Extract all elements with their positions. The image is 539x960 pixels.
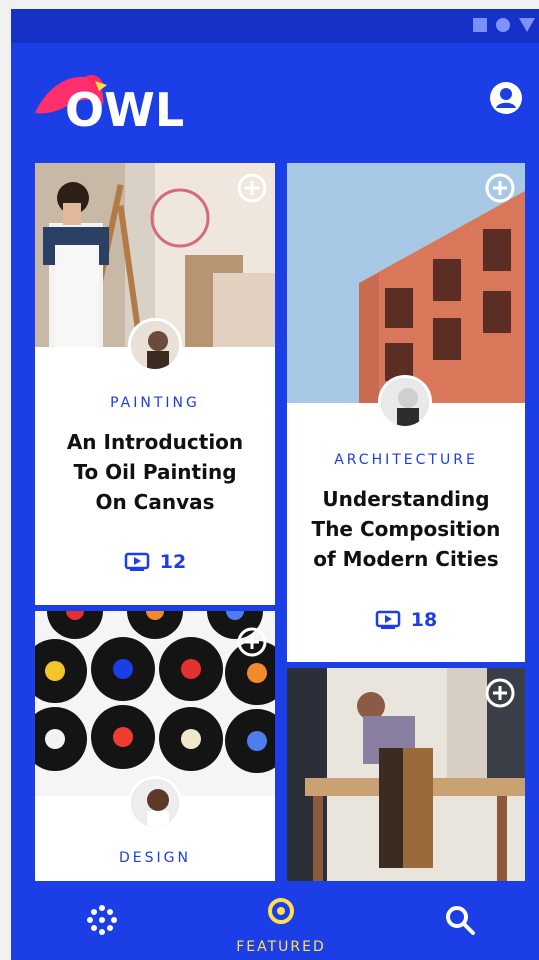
card-category: ARCHITECTURE xyxy=(334,452,478,468)
featured-circle-icon xyxy=(268,898,294,924)
lesson-count: 18 xyxy=(287,609,525,631)
card-title-line-2: The Composition xyxy=(311,517,501,541)
instructor-avatar[interactable] xyxy=(128,776,182,830)
card-category: DESIGN xyxy=(119,850,191,866)
course-card-woodwork[interactable] xyxy=(287,668,525,881)
card-title-line-2: To Oil Painting xyxy=(73,460,237,484)
card-title-line-3: of Modern Cities xyxy=(313,547,499,571)
card-title: Understanding The Composition of Modern … xyxy=(295,484,517,574)
status-icons xyxy=(473,18,535,32)
card-title: An Introduction To Oil Painting On Canva… xyxy=(43,427,267,517)
profile-icon[interactable] xyxy=(489,81,523,115)
add-plus-icon[interactable] xyxy=(237,627,267,657)
add-plus-icon[interactable] xyxy=(485,173,515,203)
course-card-painting[interactable]: PAINTING An Introduction To Oil Painting… xyxy=(35,163,275,605)
lesson-count: 12 xyxy=(35,551,275,573)
status-bar xyxy=(11,9,539,43)
logo-text: OWL xyxy=(65,83,185,137)
video-lessons-icon xyxy=(375,610,401,629)
circle-icon xyxy=(496,18,510,32)
add-plus-icon[interactable] xyxy=(237,173,267,203)
lesson-count-value: 18 xyxy=(410,609,438,631)
add-plus-icon[interactable] xyxy=(485,678,515,708)
dots-grid-icon[interactable] xyxy=(85,903,119,937)
nav-featured-label: FEATURED xyxy=(236,939,326,955)
instructor-avatar[interactable] xyxy=(378,375,432,429)
lesson-count-value: 12 xyxy=(159,551,187,573)
card-title-line-1: An Introduction xyxy=(66,430,244,454)
instructor-avatar[interactable] xyxy=(128,318,182,372)
course-card-design[interactable]: DESIGN xyxy=(35,611,275,881)
nav-featured[interactable]: FEATURED xyxy=(217,897,345,957)
search-icon[interactable] xyxy=(443,903,477,937)
app-logo[interactable]: OWL xyxy=(33,65,203,137)
course-card-architecture[interactable]: ARCHITECTURE Understanding The Compositi… xyxy=(287,163,525,662)
triangle-icon xyxy=(519,18,535,32)
video-lessons-icon xyxy=(124,552,150,571)
device-screen: OWL PAINTING An Introduction To Oil Pain… xyxy=(11,9,539,960)
card-category: PAINTING xyxy=(110,395,200,411)
bottom-navigation: FEATURED xyxy=(11,881,539,960)
square-icon xyxy=(473,18,487,32)
card-title-line-1: Understanding xyxy=(322,487,490,511)
card-title-line-3: On Canvas xyxy=(95,490,215,514)
